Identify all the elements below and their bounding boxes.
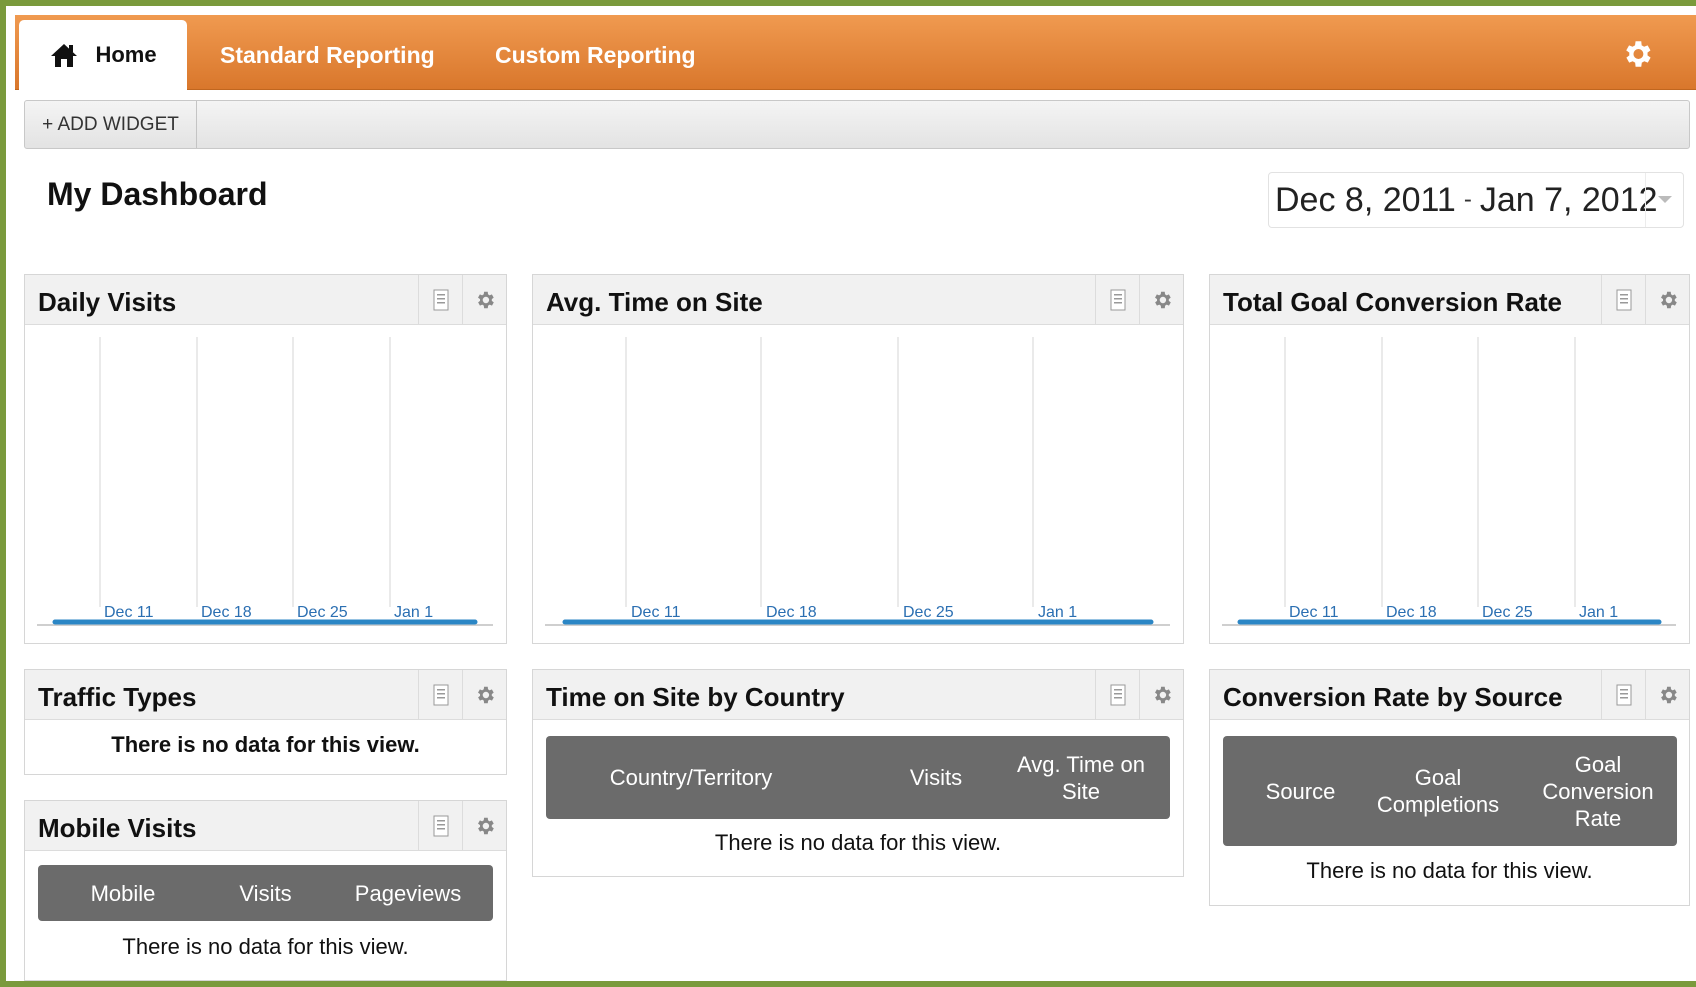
date-range-picker[interactable]: Dec 8, 2011 - Jan 7, 2012 — [1268, 172, 1684, 228]
widget-header: Daily Visits — [25, 275, 506, 325]
date-separator: - — [1463, 186, 1472, 213]
report-icon[interactable] — [1601, 670, 1645, 720]
widget-header: Avg. Time on Site — [533, 275, 1183, 325]
no-data-message: There is no data for this view. — [714, 830, 1002, 855]
widget-daily-visits: Daily Visits Dec 11 Dec 18 Dec 25 Jan 1 — [24, 274, 507, 644]
tab-custom-reporting-label: Custom Reporting — [495, 41, 696, 68]
widget-title: Traffic Types — [38, 682, 197, 712]
tab-standard-reporting[interactable]: Standard Reporting — [220, 20, 435, 90]
column-header[interactable]: Visits — [208, 865, 323, 921]
widget-toolbar: + ADD WIDGET — [24, 100, 1690, 149]
widget-header: Conversion Rate by Source — [1210, 670, 1689, 720]
goal-conversion-chart: Dec 11 Dec 18 Dec 25 Jan 1 — [1210, 325, 1689, 643]
gear-icon[interactable] — [1139, 670, 1183, 720]
tab-standard-reporting-label: Standard Reporting — [220, 41, 435, 68]
widget-header: Total Goal Conversion Rate — [1210, 275, 1689, 325]
chevron-down-icon[interactable] — [1645, 173, 1683, 227]
column-header[interactable]: Source — [1223, 736, 1378, 846]
column-header[interactable]: Mobile — [38, 865, 208, 921]
column-header[interactable]: Visits — [886, 736, 986, 819]
widget-title: Mobile Visits — [38, 813, 197, 843]
home-icon — [51, 44, 78, 67]
tick-label: Jan 1 — [1038, 604, 1077, 621]
report-icon[interactable] — [1095, 275, 1139, 325]
widget-title: Time on Site by Country — [546, 682, 845, 712]
date-end: Jan 7, 2012 — [1479, 180, 1658, 219]
widget-header: Traffic Types — [25, 670, 506, 720]
tick-label: Jan 1 — [1579, 604, 1618, 621]
no-data-message: There is no data for this view. — [111, 732, 420, 757]
gear-icon[interactable] — [462, 275, 506, 325]
widget-mobile-visits: Mobile Visits Mobile Visits Pageviews Th… — [24, 800, 507, 981]
column-header[interactable]: Goal Conversion Rate — [1523, 736, 1673, 846]
daily-visits-chart: Dec 11 Dec 18 Dec 25 Jan 1 — [25, 325, 506, 643]
widget-traffic-types: Traffic Types There is no data for this … — [24, 669, 507, 775]
gear-icon[interactable] — [462, 801, 506, 851]
widget-header: Mobile Visits — [25, 801, 506, 851]
report-icon[interactable] — [418, 670, 462, 720]
table-header: Country/Territory Visits Avg. Time on Si… — [546, 736, 1170, 819]
tab-custom-reporting[interactable]: Custom Reporting — [495, 20, 696, 90]
tick-label: Dec 25 — [903, 604, 954, 621]
page-title: My Dashboard — [47, 176, 268, 212]
column-header[interactable]: Pageviews — [323, 865, 493, 921]
tick-label: Dec 18 — [766, 604, 817, 621]
report-icon[interactable] — [418, 275, 462, 325]
page-frame-bottom — [0, 981, 1696, 987]
gear-icon[interactable] — [462, 670, 506, 720]
tab-home[interactable]: Home — [19, 20, 187, 90]
tick-label: Dec 18 — [201, 604, 252, 621]
widget-header: Time on Site by Country — [533, 670, 1183, 720]
gear-icon[interactable] — [1645, 275, 1689, 325]
widget-conversion-rate-by-source: Conversion Rate by Source Source Goal Co… — [1209, 669, 1690, 906]
widget-title: Total Goal Conversion Rate — [1223, 287, 1563, 317]
tick-label: Jan 1 — [394, 604, 433, 621]
tick-label: Dec 25 — [297, 604, 348, 621]
table-header: Source Goal Completions Goal Conversion … — [1223, 736, 1677, 846]
tick-label: Dec 18 — [1386, 604, 1437, 621]
tab-home-label: Home — [95, 42, 157, 67]
gear-icon[interactable] — [1645, 670, 1689, 720]
widget-title: Conversion Rate by Source — [1223, 682, 1563, 712]
gear-icon[interactable] — [1620, 37, 1654, 71]
no-data-message: There is no data for this view. — [1306, 858, 1593, 883]
report-icon[interactable] — [1095, 670, 1139, 720]
add-widget-button[interactable]: + ADD WIDGET — [25, 101, 197, 148]
table-header: Mobile Visits Pageviews — [38, 865, 493, 921]
tick-label: Dec 11 — [104, 604, 154, 621]
widget-avg-time-on-site: Avg. Time on Site Dec 11 Dec 18 Dec 25 J… — [532, 274, 1184, 644]
avg-time-chart: Dec 11 Dec 18 Dec 25 Jan 1 — [533, 325, 1183, 643]
gear-icon[interactable] — [1139, 275, 1183, 325]
column-header[interactable]: Goal Completions — [1363, 736, 1513, 846]
widget-title: Avg. Time on Site — [546, 287, 763, 317]
widget-title: Daily Visits — [38, 287, 177, 317]
tick-label: Dec 11 — [631, 604, 681, 621]
tick-label: Dec 11 — [1289, 604, 1339, 621]
widget-total-goal-conversion-rate: Total Goal Conversion Rate Dec 11 Dec 18… — [1209, 274, 1690, 644]
column-header[interactable]: Avg. Time on Site — [1006, 736, 1156, 819]
widget-time-on-site-by-country: Time on Site by Country Country/Territor… — [532, 669, 1184, 877]
tick-label: Dec 25 — [1482, 604, 1533, 621]
date-start: Dec 8, 2011 — [1275, 180, 1456, 219]
column-header[interactable]: Country/Territory — [546, 736, 836, 819]
report-icon[interactable] — [1601, 275, 1645, 325]
top-navigation: Home Standard Reporting Custom Reporting — [15, 15, 1696, 90]
no-data-message: There is no data for this view. — [122, 934, 409, 959]
report-icon[interactable] — [418, 801, 462, 851]
